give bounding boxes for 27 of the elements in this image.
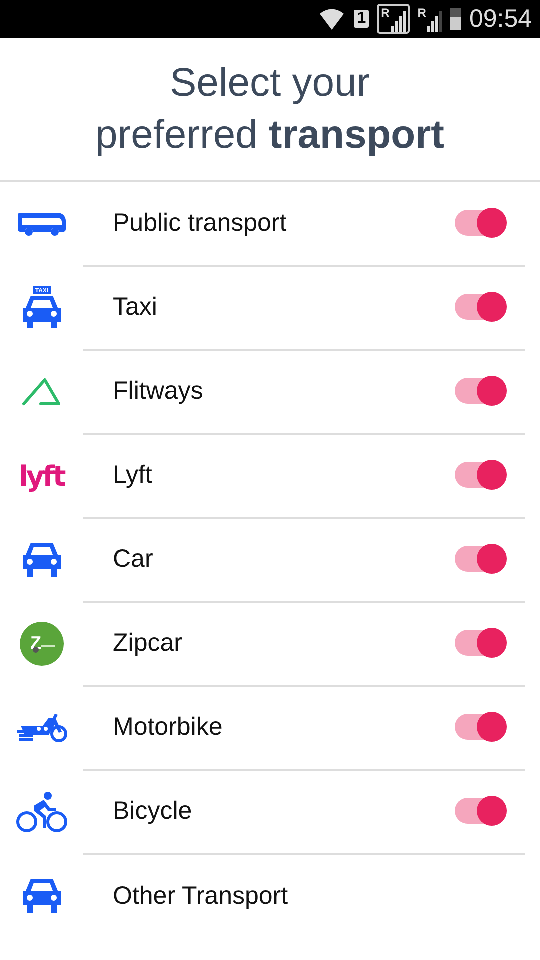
toggle-switch[interactable]	[455, 714, 505, 740]
bus-icon	[16, 211, 68, 237]
motorbike-icon	[14, 712, 68, 744]
toggle-switch[interactable]	[455, 378, 505, 404]
option-label: Lyft	[113, 460, 154, 490]
option-label: Zipcar	[113, 628, 184, 658]
toggle-switch[interactable]	[455, 798, 505, 824]
signal-icon: R	[377, 4, 410, 34]
triangle-logo-icon	[20, 377, 62, 407]
option-label: Taxi	[113, 292, 158, 322]
bicycle-icon	[16, 790, 68, 834]
sim-indicator: 1	[354, 10, 370, 28]
option-label: Motorbike	[113, 712, 224, 742]
page-title: Select your preferred transport	[96, 60, 444, 159]
clock: 09:54	[469, 4, 532, 34]
option-label: Public transport	[113, 208, 288, 238]
lyft-logo-icon: lyft	[18, 460, 64, 492]
toggle-switch[interactable]	[455, 546, 505, 572]
battery-icon	[450, 8, 462, 30]
toggle-switch[interactable]	[455, 462, 505, 488]
toggle-switch[interactable]	[455, 210, 505, 236]
option-label: Flitways	[113, 376, 204, 406]
option-label: Car	[113, 544, 154, 574]
toggle-switch[interactable]	[455, 294, 505, 320]
option-label: Bicycle	[113, 796, 194, 826]
option-label: Other Transport	[113, 882, 290, 910]
toggle-switch[interactable]	[455, 630, 505, 656]
